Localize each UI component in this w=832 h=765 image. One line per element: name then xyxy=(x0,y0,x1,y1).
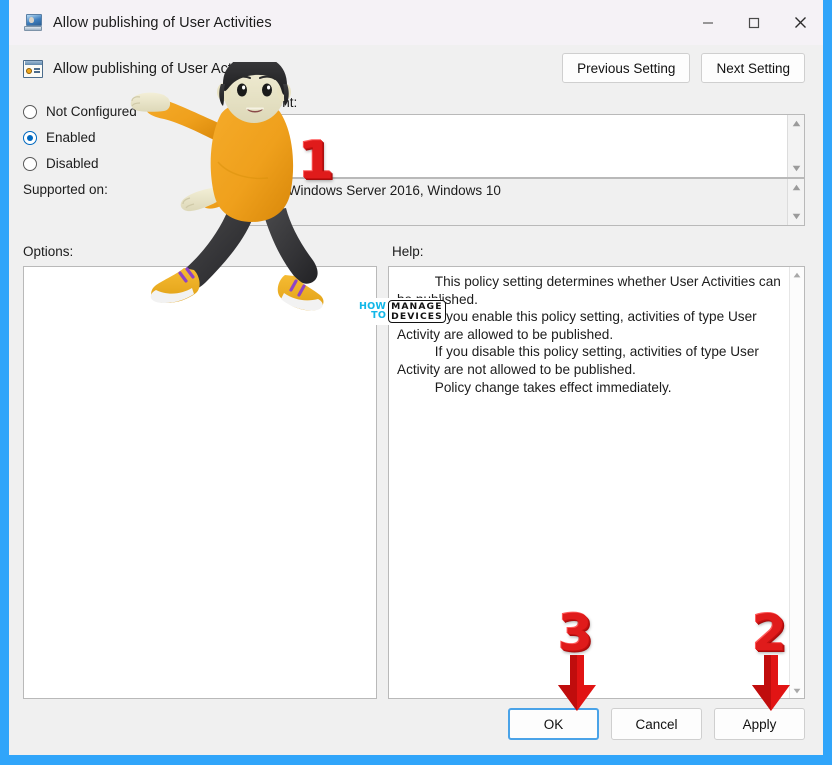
scroll-up-icon[interactable] xyxy=(788,115,804,132)
previous-setting-button[interactable]: Previous Setting xyxy=(562,53,691,83)
supported-scrollbar[interactable] xyxy=(787,179,804,225)
radio-label: Disabled xyxy=(46,156,99,171)
comment-textbox[interactable] xyxy=(233,114,805,178)
ok-button[interactable]: OK xyxy=(508,708,599,740)
options-label: Options: xyxy=(23,243,74,259)
state-radio-group: Not Configured Enabled Disabled xyxy=(23,92,233,178)
help-label: Help: xyxy=(392,243,424,259)
help-panel: This policy setting determines whether U… xyxy=(388,266,805,699)
scroll-down-icon[interactable] xyxy=(790,683,804,698)
scroll-up-icon[interactable] xyxy=(790,267,804,282)
window-title: Allow publishing of User Activities xyxy=(53,14,272,31)
radio-indicator xyxy=(23,156,37,171)
dialog-footer: OK Cancel Apply xyxy=(9,699,823,755)
group-policy-setting-icon xyxy=(23,59,43,78)
policy-name-label: Allow publishing of User Activities xyxy=(53,60,269,77)
scroll-down-icon[interactable] xyxy=(788,208,804,225)
title-bar: Allow publishing of User Activities xyxy=(9,0,823,45)
supported-on-box: At least Windows Server 2016, Windows 10 xyxy=(233,178,805,226)
close-button[interactable] xyxy=(777,0,823,45)
radio-disabled[interactable]: Disabled xyxy=(23,156,233,171)
radio-enabled[interactable]: Enabled xyxy=(23,130,233,145)
comment-field-column: Comment: xyxy=(233,92,805,178)
comment-input[interactable] xyxy=(234,115,787,177)
scroll-up-icon[interactable] xyxy=(788,179,804,196)
radio-not-configured[interactable]: Not Configured xyxy=(23,104,233,119)
help-text: This policy setting determines whether U… xyxy=(397,274,781,395)
setting-navigation: Previous Setting Next Setting xyxy=(562,53,805,83)
help-scrollbar[interactable] xyxy=(789,267,804,698)
computer-monitor-icon xyxy=(23,13,43,32)
options-panel[interactable] xyxy=(23,266,377,699)
supported-on-value: At least Windows Server 2016, Windows 10 xyxy=(239,183,501,198)
window-controls xyxy=(685,0,823,45)
panel-headers: Options: Help: xyxy=(9,236,823,266)
policy-header-row: Allow publishing of User Activities Prev… xyxy=(9,45,823,92)
panels-container: This policy setting determines whether U… xyxy=(9,266,823,699)
cancel-button[interactable]: Cancel xyxy=(611,708,702,740)
supported-on-label: Supported on: xyxy=(23,182,108,197)
comment-scrollbar[interactable] xyxy=(787,115,804,177)
radio-indicator-selected xyxy=(23,130,37,145)
radio-indicator xyxy=(23,104,37,119)
minimize-button[interactable] xyxy=(685,0,731,45)
scroll-down-icon[interactable] xyxy=(788,160,804,177)
next-setting-button[interactable]: Next Setting xyxy=(701,53,805,83)
apply-button[interactable]: Apply xyxy=(714,708,805,740)
maximize-button[interactable] xyxy=(731,0,777,45)
radio-label: Enabled xyxy=(46,130,96,145)
radio-label: Not Configured xyxy=(46,104,137,119)
desktop-background: Allow publishing of User Activities Allo… xyxy=(0,0,832,765)
supported-on-row: Supported on: At least Windows Server 20… xyxy=(9,178,823,236)
policy-setting-dialog: Allow publishing of User Activities Allo… xyxy=(9,0,823,755)
state-and-comment-row: Not Configured Enabled Disabled Comment: xyxy=(9,92,823,178)
comment-label: Comment: xyxy=(235,95,298,110)
